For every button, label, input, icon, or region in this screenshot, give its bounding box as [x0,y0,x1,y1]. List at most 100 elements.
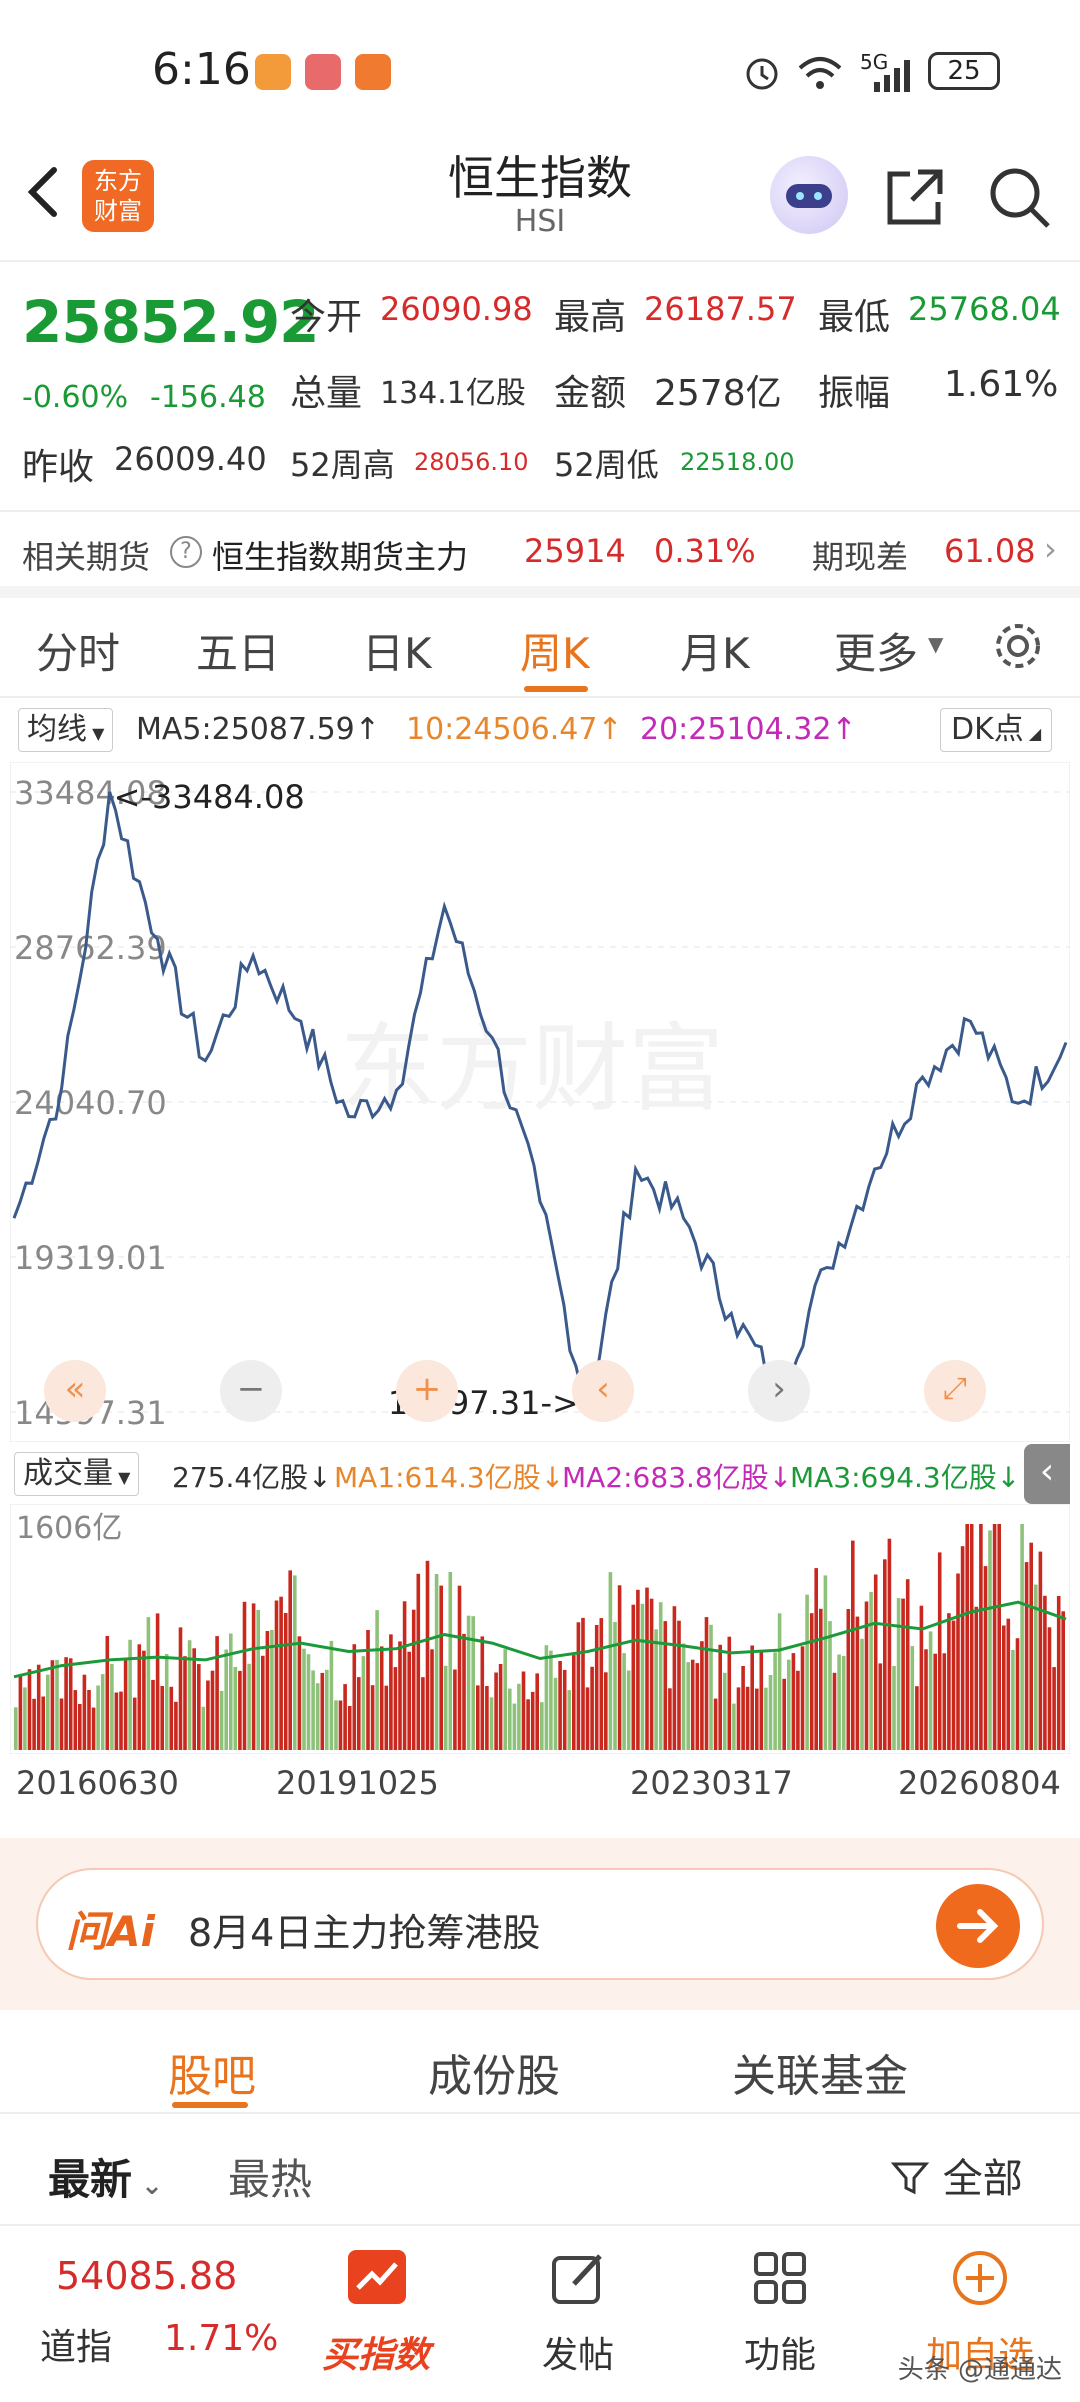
volume-bar [302,1648,306,1750]
volume-bar [796,1670,800,1750]
volume-bar [887,1538,892,1750]
volume-bar [718,1644,722,1750]
tab-monthly-k[interactable]: 月K [680,620,750,681]
dk-point-button[interactable]: DK点 ◢ [940,708,1053,752]
low-label: 最低 [818,297,891,338]
related-futures-row[interactable]: 相关期货 ? 恒生指数期货主力 25914 0.31% 期现差 61.08 › [0,512,1080,598]
scroll-left-button[interactable]: ‹ [572,1360,634,1422]
tab-constituents[interactable]: 成份股 [428,2040,560,2104]
price-chart[interactable]: 东方财富 33484.0828762.3924040.7019319.01145… [9,761,1071,1443]
tab-five-day[interactable]: 五日 [196,620,280,681]
tab-weekly-k[interactable]: 周K [520,620,590,681]
functions-button[interactable]: 功能 [690,2226,870,2402]
volume-bar [549,1650,553,1750]
volume-bar [562,1669,567,1750]
volume-bar [864,1601,869,1750]
volume-bar [197,1664,201,1750]
ma-selector[interactable]: 均线 ▼ [18,708,114,752]
volume-bar [732,1703,736,1750]
volume-bar [50,1660,55,1750]
volume-bar [1061,1611,1065,1750]
volume-bar [942,1653,947,1750]
volume-bar [297,1636,302,1750]
volume-bar [100,1674,105,1750]
volume-chart[interactable]: 1606亿 [9,1503,1071,1755]
fullscreen-button[interactable]: ⤢ [924,1360,986,1422]
dk-label: DK点 [951,712,1024,747]
tab-guba[interactable]: 股吧 [168,2040,256,2104]
filter-all[interactable]: 全部 [890,2146,1023,2204]
ma20-value: 20:25104.32↑ [640,712,857,747]
volume-bar [357,1677,361,1750]
buy-index-button[interactable]: 买指数 [286,2226,466,2402]
volume-bar [384,1685,389,1750]
volume-bar [485,1686,489,1750]
volume-bar [951,1620,956,1750]
low-value: 25768.04 [908,290,1061,328]
volume-bar [306,1654,311,1750]
volume-bar [279,1596,283,1750]
tab-more[interactable]: 更多 [834,620,918,681]
volume-bar [750,1645,754,1750]
volume-bar [1020,1524,1024,1750]
futures-price: 25914 [524,532,626,570]
tab-minute[interactable]: 分时 [36,620,120,681]
volume-bar [585,1687,590,1750]
dji-label: 道指 [40,2327,113,2368]
active-community-indicator [172,2102,248,2108]
volume-bar [626,1670,631,1750]
amount-value: 2578亿 [654,373,782,414]
settings-gear-icon[interactable] [990,618,1046,674]
volume-bar [645,1587,649,1750]
collapse-panel-button[interactable]: ‹ [1024,1444,1070,1504]
caret-down-icon: ▼ [87,724,105,743]
sort-hot[interactable]: 最热 [228,2146,312,2207]
volume-bar [334,1700,338,1750]
volume-bar [974,1606,979,1750]
volume-bar [905,1579,910,1750]
volume-bar [119,1691,123,1750]
zoom-in-button[interactable]: + [396,1360,458,1422]
volume-bar [526,1699,530,1750]
scroll-start-button[interactable]: « [44,1360,106,1422]
volume-bar [320,1672,325,1750]
ai-robot-icon[interactable] [770,156,848,234]
volume-selector[interactable]: 成交量 ▼ [14,1452,140,1496]
volume-bar [896,1598,901,1750]
tab-related-funds[interactable]: 关联基金 [732,2040,908,2104]
scroll-right-button[interactable]: › [748,1360,810,1422]
post-button[interactable]: 发帖 [488,2226,668,2402]
volume-value: 134.1亿股 [380,376,526,411]
volume-bar [558,1661,562,1750]
volume-bar [315,1683,320,1750]
volume-bar [123,1658,128,1750]
volume-bar [265,1631,270,1750]
dji-index-widget[interactable]: 54085.88 道指 1.71% [20,2226,280,2402]
volume-bar [1038,1551,1043,1750]
ai-go-button[interactable] [936,1884,1020,1968]
volume-bar [517,1683,521,1750]
volume-bar [1002,1625,1006,1750]
help-icon[interactable]: ? [170,536,202,568]
volume-bar [613,1622,617,1750]
source-watermark: 头条 @通通达 [897,2355,1062,2385]
volume-bar [956,1573,960,1750]
zoom-out-button[interactable]: − [220,1360,282,1422]
share-icon[interactable] [880,162,950,232]
volume-bar [782,1678,786,1750]
tab-daily-k[interactable]: 日K [362,620,432,681]
volume-bar [777,1613,782,1750]
functions-label: 功能 [743,2335,816,2376]
volume-bar [183,1656,187,1750]
volume-bar [393,1667,398,1750]
volume-bar [233,1666,238,1750]
volume-bar [480,1636,485,1750]
volume-bar [663,1621,668,1750]
sort-latest[interactable]: 最新 ⌄ [48,2146,163,2207]
volume-bar [965,1524,969,1750]
ai-banner[interactable]: 问Ai 8月4日主力抢筹港股 [36,1868,1044,1980]
search-icon[interactable] [984,162,1054,232]
volume-bar [91,1707,96,1750]
corner-icon: ◢ [1023,724,1042,743]
volume-bar [1024,1562,1029,1750]
